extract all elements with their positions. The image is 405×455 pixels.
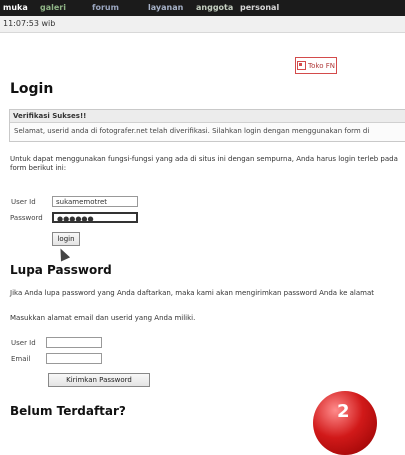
page-title: Login: [10, 81, 54, 97]
forgot-password-instruction: Masukkan alamat email dan userid yang An…: [10, 314, 196, 322]
badge-letter: 2: [337, 401, 350, 422]
notice-message: Selamat, userid anda di fotografer.net t…: [14, 127, 370, 135]
nav-item-forum[interactable]: forum: [92, 2, 119, 14]
nav-item-layanan[interactable]: layanan: [148, 2, 183, 14]
send-password-button[interactable]: Kirimkan Password: [48, 373, 150, 387]
password-label: Password: [10, 214, 43, 222]
toko-fn-label: Toko FN: [308, 61, 335, 70]
nav-item-anggota[interactable]: anggota: [196, 2, 233, 14]
email-label: Email: [11, 355, 31, 363]
userid-label: User Id: [11, 198, 36, 206]
nav-item-galeri[interactable]: galeri: [40, 2, 66, 14]
email-input[interactable]: [46, 353, 102, 364]
notice-title: Verifikasi Sukses!!: [10, 110, 405, 123]
hand-cursor-icon: [55, 246, 71, 262]
clock-text: 11:07:53 wib: [3, 19, 56, 28]
forgot-userid-label: User Id: [11, 339, 36, 347]
login-button[interactable]: login: [52, 232, 80, 246]
register-title: Belum Terdaftar?: [10, 404, 126, 418]
top-navigation-bar: muka galeri forum layanan anggota person…: [0, 0, 405, 16]
shop-icon: [297, 61, 307, 70]
forgot-password-text: Jika Anda lupa password yang Anda daftar…: [10, 289, 375, 297]
promo-badge[interactable]: 2: [313, 391, 377, 455]
password-input[interactable]: ●●●●●●: [52, 212, 138, 223]
nav-item-muka[interactable]: muka: [3, 2, 28, 14]
login-intro-text: Untuk dapat menggunakan fungsi-fungsi ya…: [10, 155, 398, 172]
status-bar: 11:07:53 wib: [0, 16, 405, 33]
verification-notice: Verifikasi Sukses!! Selamat, userid anda…: [9, 109, 405, 142]
toko-fn-button[interactable]: Toko FN: [295, 57, 337, 74]
nav-item-personal[interactable]: personal: [240, 2, 279, 14]
forgot-userid-input[interactable]: [46, 337, 102, 348]
forgot-password-title: Lupa Password: [10, 263, 112, 277]
userid-input[interactable]: sukamemotret: [52, 196, 138, 207]
